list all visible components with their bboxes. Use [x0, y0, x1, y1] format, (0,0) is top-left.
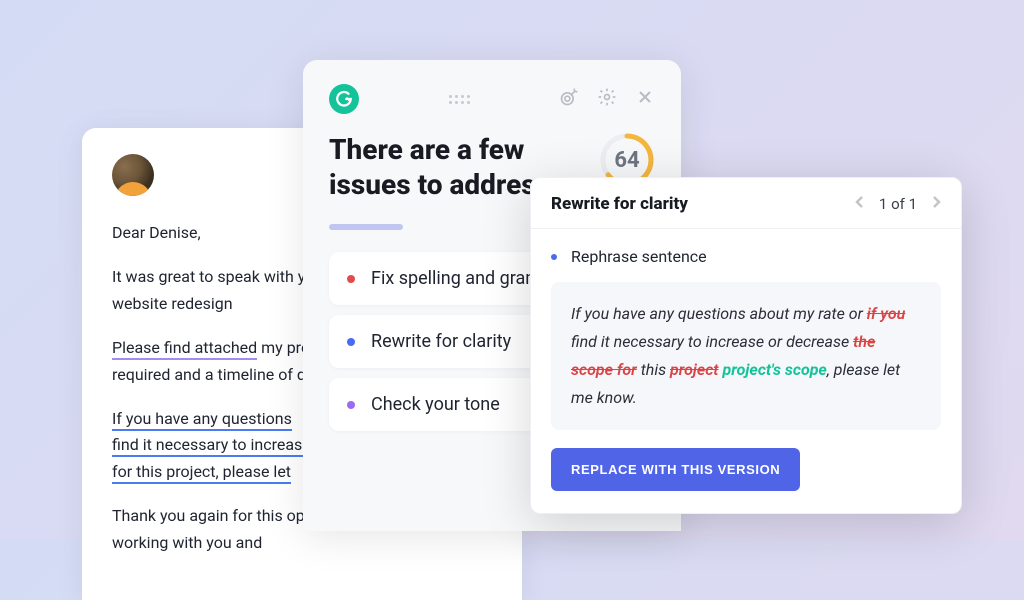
dot-icon [347, 338, 355, 346]
rewrite-preview: If you have any questions about my rate … [551, 282, 941, 430]
pager-count: 1 of 1 [879, 195, 917, 213]
bullet-label: Rephrase sentence [571, 247, 707, 266]
strikethrough-text: project [670, 360, 719, 379]
highlighted-text: If you have any questions [112, 409, 292, 431]
strikethrough-text: if you [867, 304, 906, 323]
suggestion-label: Check your tone [371, 394, 500, 415]
dot-icon [347, 275, 355, 283]
suggestion-label: Rewrite for clarity [371, 331, 511, 352]
chevron-right-icon[interactable] [931, 195, 941, 213]
highlighted-text: find it necessary to increase [112, 435, 311, 457]
highlighted-text: Please find attached [112, 338, 257, 360]
avatar [112, 154, 154, 196]
drag-handle-icon[interactable] [449, 95, 470, 104]
close-icon[interactable] [635, 87, 655, 111]
popover-header: Rewrite for clarity 1 of 1 [531, 178, 961, 229]
gear-icon[interactable] [597, 87, 617, 111]
popover-bullet: Rephrase sentence [551, 247, 941, 266]
panel-header [329, 84, 655, 114]
grammarly-logo-icon [329, 84, 359, 114]
goals-icon[interactable] [559, 87, 579, 111]
pager: 1 of 1 [855, 195, 941, 213]
highlighted-text: for this project, please let [112, 462, 291, 484]
clarity-popover: Rewrite for clarity 1 of 1 Rephrase sent… [530, 177, 962, 514]
bullet-icon [551, 254, 557, 260]
inserted-text: project's scope [722, 360, 826, 379]
popover-title: Rewrite for clarity [551, 194, 688, 214]
dot-icon [347, 401, 355, 409]
progress-bar [329, 224, 403, 230]
replace-button[interactable]: REPLACE WITH THIS VERSION [551, 448, 800, 491]
chevron-left-icon[interactable] [855, 195, 865, 213]
